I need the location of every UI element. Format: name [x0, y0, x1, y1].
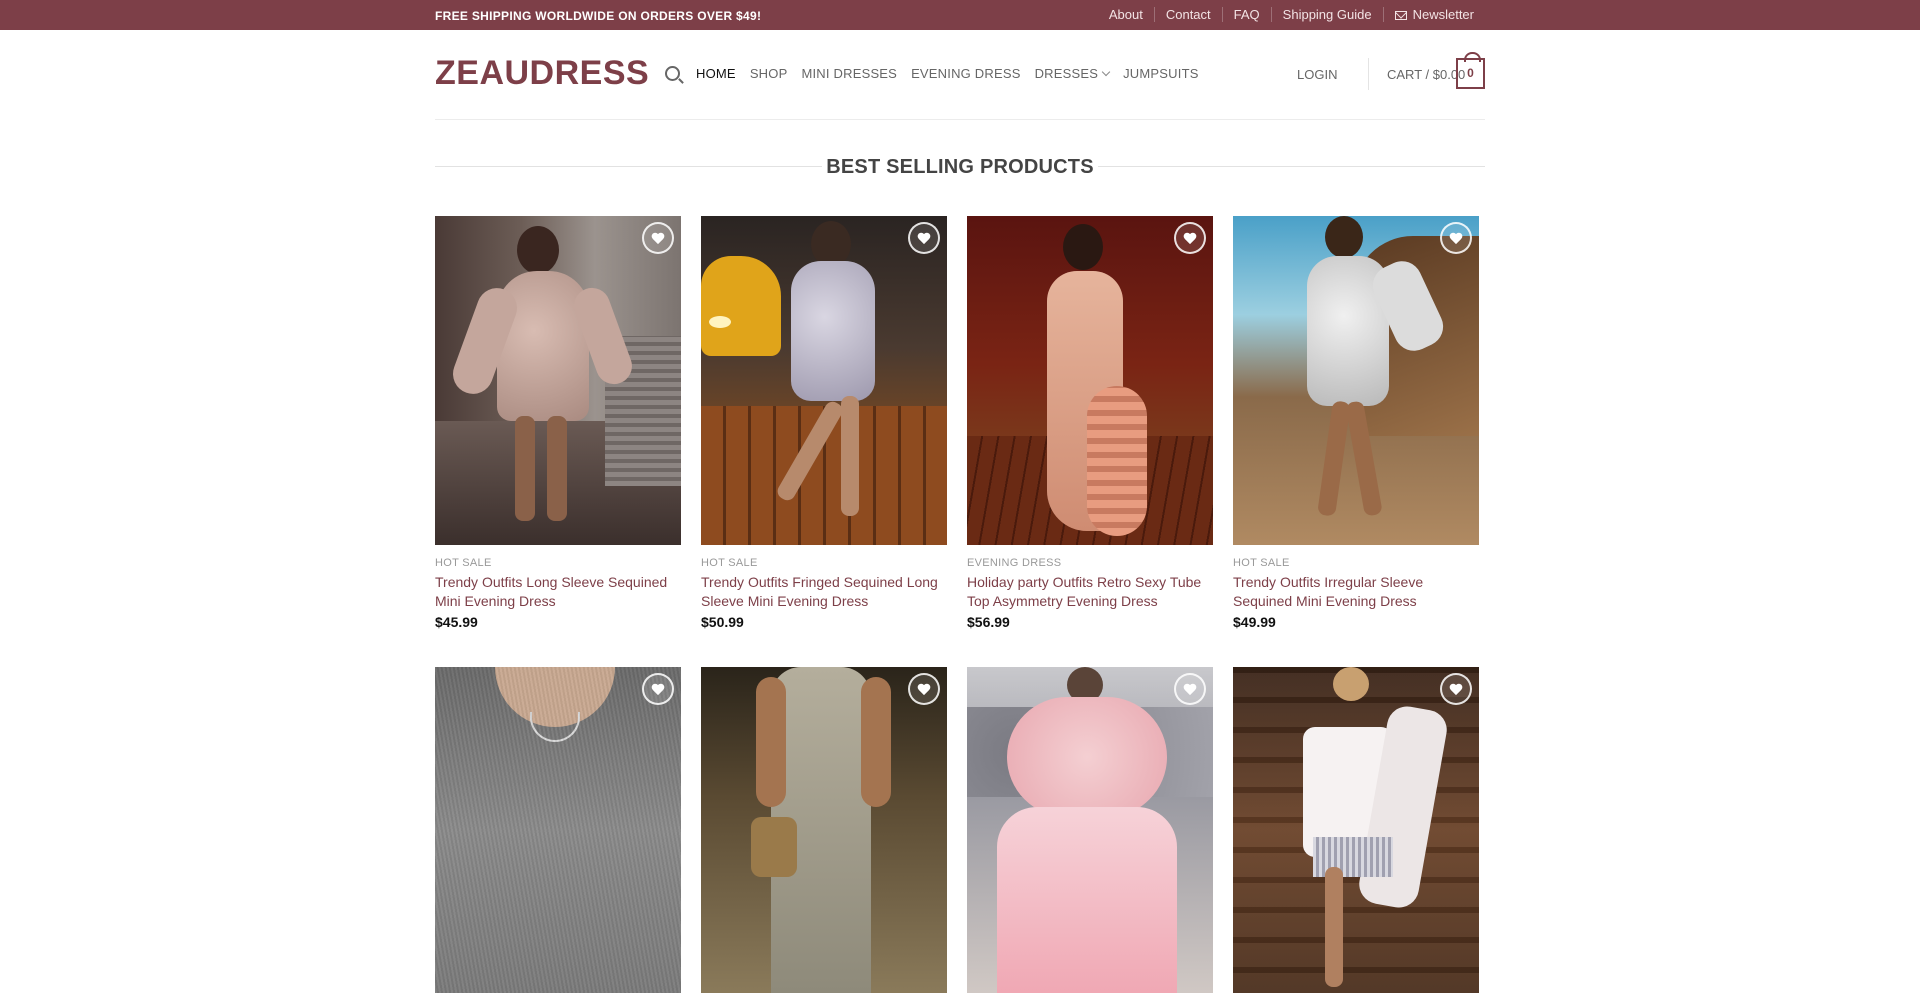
- product-category: HOT SALE: [1233, 557, 1290, 569]
- product-image[interactable]: [435, 216, 681, 545]
- product-card: [435, 667, 681, 993]
- product-category: HOT SALE: [701, 557, 758, 569]
- heart-icon: [1450, 684, 1462, 696]
- product-image[interactable]: [1233, 667, 1479, 993]
- site-header: ZEAUDRESS HOME SHOP MINI DRESSES EVENING…: [435, 30, 1485, 120]
- heart-icon: [1184, 684, 1196, 696]
- product-price: $49.99: [1233, 614, 1276, 630]
- cart-count-badge: 0: [1456, 52, 1485, 89]
- product-card: HOT SALE Trendy Outfits Long Sleeve Sequ…: [435, 216, 681, 630]
- product-card: HOT SALE Trendy Outfits Fringed Sequined…: [701, 216, 947, 630]
- product-name[interactable]: Trendy Outfits Fringed Sequined Long Sle…: [701, 573, 947, 611]
- section-header: BEST SELLING PRODUCTS: [435, 152, 1485, 182]
- product-image[interactable]: [701, 216, 947, 545]
- nav-evening-dress[interactable]: EVENING DRESS: [911, 66, 1021, 81]
- nav-dresses[interactable]: DRESSES: [1034, 66, 1111, 81]
- contact-link[interactable]: Contact: [1153, 7, 1222, 22]
- login-link[interactable]: LOGIN: [1297, 67, 1337, 82]
- heart-icon: [1450, 233, 1462, 245]
- product-price: $50.99: [701, 614, 744, 630]
- heart-icon: [652, 233, 664, 245]
- heart-icon: [652, 684, 664, 696]
- product-price: $45.99: [435, 614, 478, 630]
- top-links: About Contact FAQ Shipping Guide Newslet…: [1098, 7, 1485, 22]
- header-divider: [1368, 58, 1369, 90]
- product-name[interactable]: Holiday party Outfits Retro Sexy Tube To…: [967, 573, 1213, 611]
- search-icon[interactable]: [665, 66, 680, 81]
- product-image[interactable]: [967, 667, 1213, 993]
- top-bar: FREE SHIPPING WORLDWIDE ON ORDERS OVER $…: [0, 0, 1920, 30]
- product-image[interactable]: [1233, 216, 1479, 545]
- nav-shop[interactable]: SHOP: [750, 66, 788, 81]
- heart-icon: [1184, 233, 1196, 245]
- product-category: HOT SALE: [435, 557, 492, 569]
- product-card: [967, 667, 1213, 993]
- heart-icon: [918, 233, 930, 245]
- nav-dresses-label: DRESSES: [1034, 66, 1099, 81]
- shipping-guide-link[interactable]: Shipping Guide: [1270, 7, 1383, 22]
- mail-icon: [1394, 11, 1407, 20]
- wishlist-button[interactable]: [1440, 673, 1472, 705]
- main-nav: HOME SHOP MINI DRESSES EVENING DRESS DRE…: [665, 66, 1213, 81]
- section-title: BEST SELLING PRODUCTS: [826, 156, 1094, 178]
- wishlist-button[interactable]: [1174, 222, 1206, 254]
- title-divider-right: [1098, 166, 1485, 167]
- nav-mini-dresses[interactable]: MINI DRESSES: [801, 66, 897, 81]
- product-category: EVENING DRESS: [967, 557, 1062, 569]
- wishlist-button[interactable]: [908, 673, 940, 705]
- wishlist-button[interactable]: [1440, 222, 1472, 254]
- product-price: $56.99: [967, 614, 1010, 630]
- faq-link[interactable]: FAQ: [1221, 7, 1271, 22]
- about-link[interactable]: About: [1098, 7, 1154, 22]
- wishlist-button[interactable]: [908, 222, 940, 254]
- newsletter-label: Newsletter: [1412, 7, 1474, 22]
- product-image[interactable]: [701, 667, 947, 993]
- wishlist-button[interactable]: [1174, 673, 1206, 705]
- wishlist-button[interactable]: [642, 673, 674, 705]
- newsletter-link[interactable]: Newsletter: [1382, 7, 1485, 22]
- site-logo[interactable]: ZEAUDRESS: [435, 54, 649, 93]
- shipping-promo: FREE SHIPPING WORLDWIDE ON ORDERS OVER $…: [435, 9, 762, 23]
- nav-home[interactable]: HOME: [696, 66, 736, 81]
- product-card: [701, 667, 947, 993]
- product-image[interactable]: [435, 667, 681, 993]
- product-name[interactable]: Trendy Outfits Irregular Sleeve Sequined…: [1233, 573, 1479, 611]
- nav-jumpsuits[interactable]: JUMPSUITS: [1123, 66, 1198, 81]
- wishlist-button[interactable]: [642, 222, 674, 254]
- heart-icon: [918, 684, 930, 696]
- cart-label: CART / $0.00: [1387, 67, 1466, 82]
- product-card: EVENING DRESS Holiday party Outfits Retr…: [967, 216, 1213, 630]
- product-card: HOT SALE Trendy Outfits Irregular Sleeve…: [1233, 216, 1479, 630]
- product-image[interactable]: [967, 216, 1213, 545]
- product-name[interactable]: Trendy Outfits Long Sleeve Sequined Mini…: [435, 573, 681, 611]
- product-card: [1233, 667, 1479, 993]
- chevron-down-icon: [1101, 67, 1111, 77]
